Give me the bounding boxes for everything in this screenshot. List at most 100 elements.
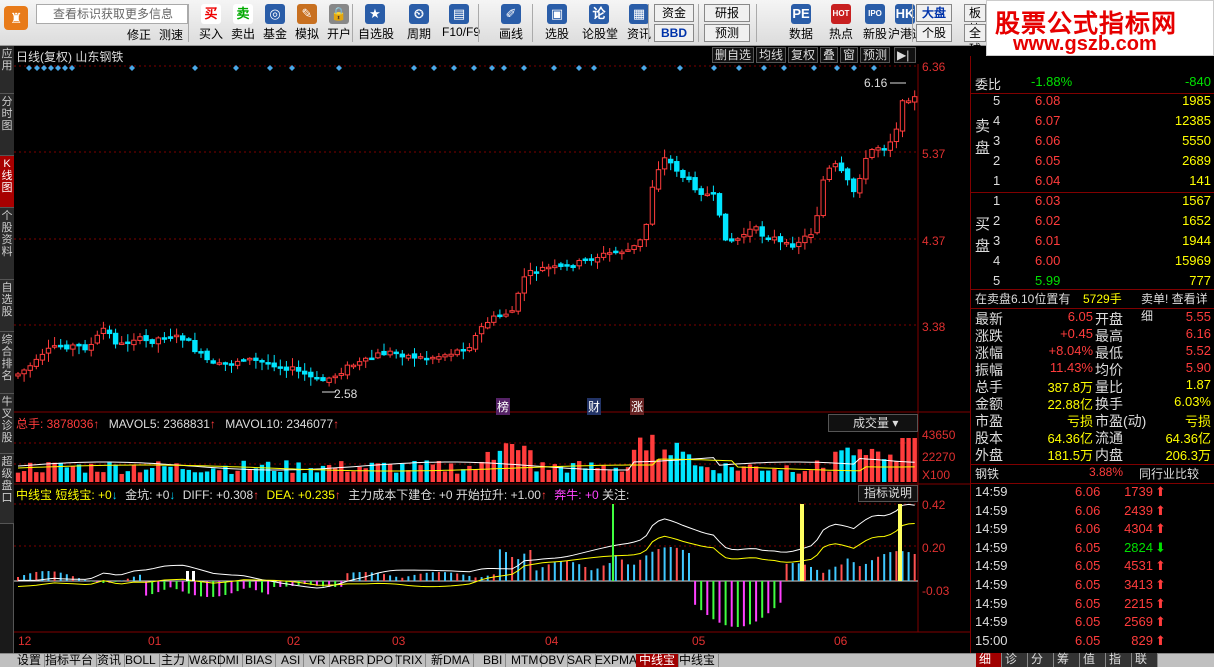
- tab-17[interactable]: SAR: [564, 654, 596, 667]
- sell-level-row[interactable]: 2 6.05 2689: [971, 153, 1214, 171]
- research-button[interactable]: 研报: [704, 4, 750, 22]
- market-button[interactable]: 大盘: [916, 4, 952, 22]
- candle-body: [295, 366, 302, 372]
- toolbar-button-4[interactable]: 🔒 开户: [322, 2, 356, 44]
- toolbar-button-1[interactable]: 卖卖出: [226, 2, 260, 44]
- indicator-histogram-bar: [785, 563, 788, 581]
- indicator-help-button[interactable]: 指标说明: [858, 485, 918, 502]
- candle-body: [552, 265, 558, 269]
- quote-tab-6[interactable]: 联: [1132, 653, 1158, 667]
- sidebar-item-3[interactable]: 个股资料: [0, 208, 14, 280]
- tab-13[interactable]: 新DMA: [428, 654, 474, 667]
- tab-0[interactable]: 设置: [14, 654, 46, 667]
- toolbar-button-5[interactable]: ★ 自选股: [358, 2, 394, 44]
- buy-level-row[interactable]: 4 6.00 15969: [971, 253, 1214, 271]
- speed-test-button[interactable]: 测速: [156, 27, 186, 45]
- candle-body: [472, 335, 479, 350]
- tab-9[interactable]: VR: [306, 654, 330, 667]
- volume-bar: [412, 460, 417, 482]
- tab-8[interactable]: ASI: [278, 654, 305, 667]
- toolbar-button-9[interactable]: ▣ 选股: [540, 2, 574, 44]
- candle-body: [33, 358, 40, 367]
- quote-tab-4[interactable]: 值: [1080, 653, 1106, 667]
- quote-tab-2[interactable]: 分: [1028, 653, 1054, 667]
- volume-bar: [394, 472, 399, 482]
- toolbar-button-13[interactable]: HOT 热点: [824, 2, 858, 44]
- event-diamond-icon: [851, 65, 857, 71]
- forecast-button[interactable]: 预测: [704, 24, 750, 42]
- volume-indicator-select[interactable]: 成交量 ▾: [828, 414, 918, 432]
- toolbar-button-2[interactable]: ◎ 基金: [258, 2, 292, 44]
- indicator-histogram-bar: [53, 571, 56, 581]
- toolbar-label-4: 开户: [326, 27, 351, 41]
- toolbar-button-12[interactable]: PE 数据: [784, 2, 818, 44]
- quote-tab-0[interactable]: 细: [976, 653, 1002, 667]
- toolbar-button-10[interactable]: 论论股堂: [582, 2, 618, 44]
- toolbar-button-14[interactable]: IPO 新股: [858, 2, 892, 44]
- tab-14[interactable]: BBI: [480, 654, 507, 667]
- search-input[interactable]: 查看标识获取更多信息: [36, 4, 188, 24]
- toolbar-button-6[interactable]: ⏲ 周期: [402, 2, 436, 44]
- tab-3[interactable]: BOLL: [122, 654, 160, 667]
- sidebar-item-2[interactable]: K线图: [0, 156, 14, 208]
- sell-level-row[interactable]: 3 6.06 5550: [971, 133, 1214, 151]
- toolbar-button-11[interactable]: ▦ 资讯: [622, 2, 656, 44]
- volume-bar: [406, 470, 411, 482]
- kline-chart[interactable]: [14, 46, 970, 653]
- tab-12[interactable]: TRIX: [392, 654, 427, 667]
- tab-4[interactable]: 主力: [158, 654, 190, 667]
- volume-bar: [735, 470, 740, 482]
- sidebar-item-6[interactable]: 牛叉诊股: [0, 394, 14, 454]
- buy-level-row[interactable]: 1 6.03 1567: [971, 193, 1214, 211]
- candle-body: [326, 377, 332, 383]
- sidebar-item-1[interactable]: 分时图: [0, 94, 14, 156]
- app-logo-icon[interactable]: ♜: [4, 6, 28, 30]
- candle-body: [881, 148, 887, 151]
- toolbar-button-3[interactable]: ✎ 模拟: [290, 2, 324, 44]
- big-order-notice[interactable]: 在卖盘6.10位置有 5729手 卖单! 查看详细: [971, 290, 1214, 323]
- sidebar-item-4[interactable]: 自选股: [0, 280, 14, 332]
- quote-tab-3[interactable]: 筹: [1054, 653, 1080, 667]
- correct-button[interactable]: 修正: [124, 27, 154, 45]
- bbd-button[interactable]: BBD: [654, 24, 694, 42]
- tab-18[interactable]: EXPMA: [592, 654, 642, 667]
- board-button[interactable]: 板块: [964, 4, 986, 36]
- volume-ma5: MAVOL5: 2368831: [108, 417, 210, 431]
- volume-bar: [101, 472, 106, 482]
- marker-zhang[interactable]: 涨: [630, 398, 645, 415]
- tab-2[interactable]: 资讯: [94, 654, 126, 667]
- individual-stock-button[interactable]: 个股: [916, 24, 952, 42]
- marker-bang[interactable]: 榜: [496, 398, 511, 415]
- funds-button[interactable]: 资金: [654, 4, 694, 22]
- tab-7[interactable]: BIAS: [242, 654, 277, 667]
- sidebar-item-7[interactable]: 超级盘口: [0, 454, 14, 524]
- candle-body: [58, 344, 64, 348]
- indicator-histogram-bar: [84, 580, 87, 581]
- candle-body: [192, 339, 198, 353]
- tab-20[interactable]: 中线宝: [676, 654, 720, 667]
- event-diamond-icon: [711, 65, 717, 71]
- toolbar-button-0[interactable]: 买买入: [194, 2, 228, 44]
- tab-1[interactable]: 指标平台: [42, 654, 98, 667]
- buy-level-row[interactable]: 2 6.02 1652: [971, 213, 1214, 231]
- tab-19[interactable]: 中线宝: [636, 654, 680, 667]
- sell-level-row[interactable]: 4 6.07 12385: [971, 113, 1214, 131]
- volume-bar: [430, 464, 435, 482]
- industry-row[interactable]: 钢铁 3.88% 同行业比较: [971, 465, 1214, 483]
- buy-level-row[interactable]: 3 6.01 1944: [971, 233, 1214, 251]
- tab-10[interactable]: ARBR: [328, 654, 369, 667]
- sell-level-row[interactable]: 5 6.08 1985: [971, 93, 1214, 111]
- quote-tab-5[interactable]: 指: [1106, 653, 1132, 667]
- tab-6[interactable]: DMI: [214, 654, 243, 667]
- sell-level-row[interactable]: 1 6.04 141: [971, 173, 1214, 191]
- sidebar-item-0[interactable]: 应用: [0, 46, 14, 94]
- toolbar-button-7[interactable]: ▤ F10/F9: [442, 2, 480, 44]
- marker-cai[interactable]: 财: [587, 398, 602, 415]
- toolbar-icon-1: 卖: [233, 4, 253, 24]
- global-button[interactable]: 全球: [964, 24, 986, 56]
- toolbar-button-8[interactable]: ✐ 画线: [494, 2, 528, 44]
- toolbar-icon-9: ▣: [547, 4, 567, 24]
- sidebar-item-5[interactable]: 综合排名: [0, 332, 14, 394]
- arrow-up-icon: ⬆: [1155, 632, 1166, 648]
- quote-tab-1[interactable]: 诊: [1002, 653, 1028, 667]
